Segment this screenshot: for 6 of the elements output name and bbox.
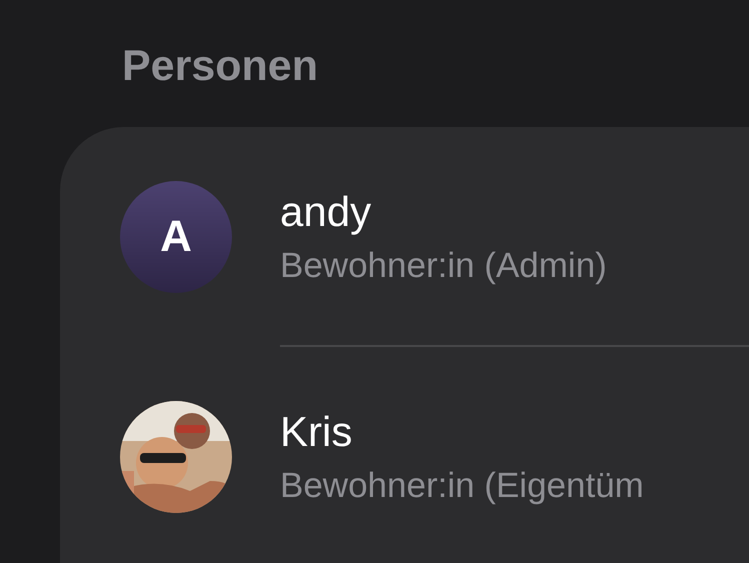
person-role: Bewohner:in (Admin): [280, 245, 607, 287]
avatar: A: [120, 181, 232, 293]
person-name: Kris: [280, 407, 354, 457]
person-role: Bewohner:in (Eigentüm: [280, 465, 644, 507]
person-name: andy: [280, 187, 372, 237]
section-title: Personen: [122, 41, 319, 92]
